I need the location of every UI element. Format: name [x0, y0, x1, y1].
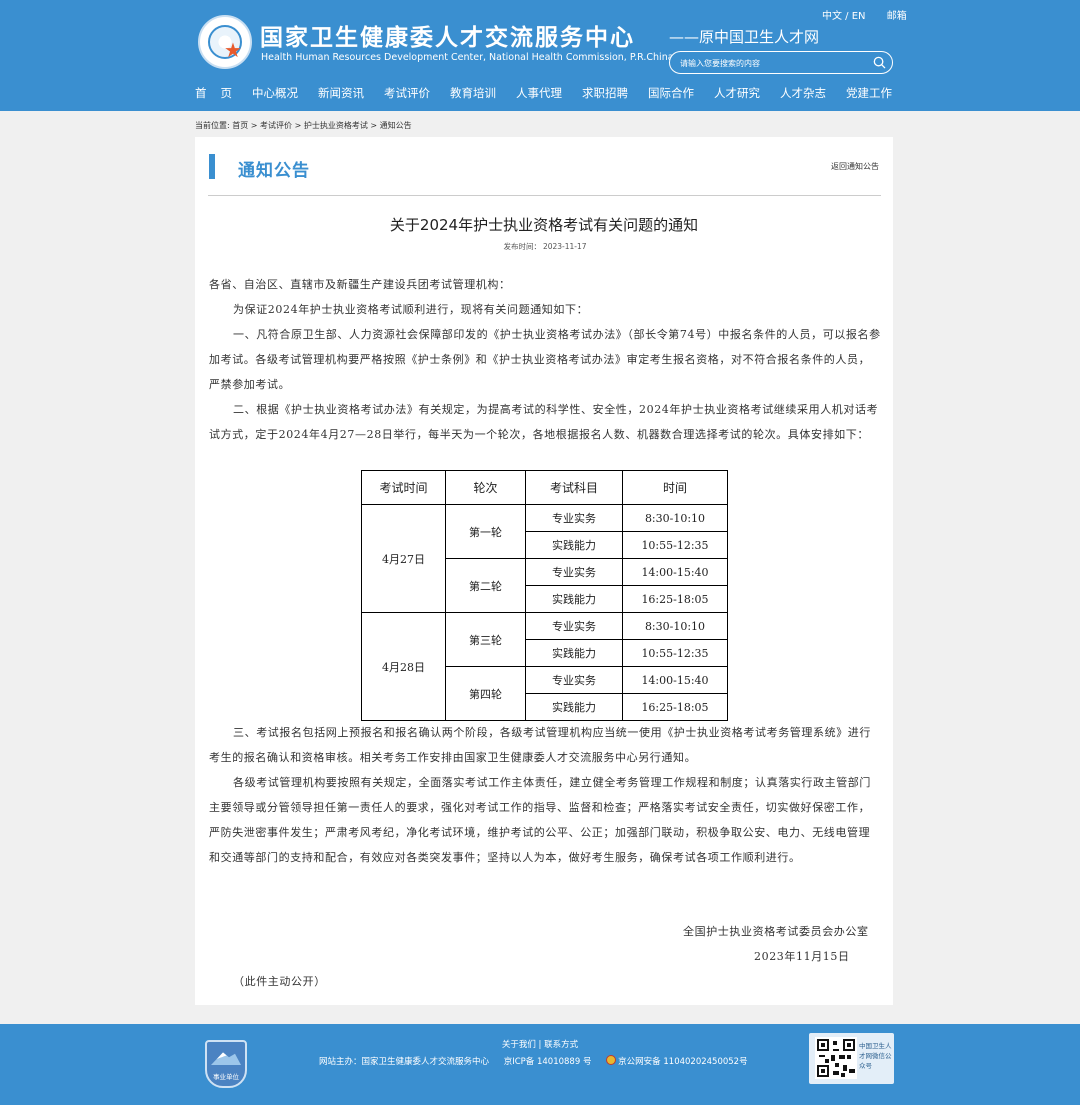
- article-disclosure-note: （此件主动公开）: [233, 975, 326, 988]
- logo-emblem: ★: [208, 25, 242, 62]
- publish-date-label: 发布时间：: [503, 242, 541, 251]
- article-body-bottom: 三、考试报名包括网上预报名和报名确认两个阶段，各级考试管理机构应当统一使用《护士…: [209, 720, 881, 870]
- footer-links[interactable]: 关于我们 | 联系方式: [0, 1038, 1080, 1050]
- exam-schedule-table: 考试时间 轮次 考试科目 时间 4月27日 第一轮 专业实务 8:30-10:1…: [361, 470, 728, 721]
- round-cell: 第二轮: [445, 558, 526, 613]
- breadcrumb-sep: >: [292, 121, 304, 130]
- footer-info: 网站主办：国家卫生健康委人才交流服务中心 京ICP备 14010889 号 京公…: [319, 1055, 772, 1067]
- article-body-top: 各省、自治区、直辖市及新疆生产建设兵团考试管理机构： 为保证2024年护士执业资…: [209, 272, 881, 447]
- table-row: 4月27日 第一轮 专业实务 8:30-10:10: [361, 504, 728, 613]
- subject-cell: 实践能力: [525, 585, 623, 613]
- mail-link[interactable]: 邮箱: [887, 11, 907, 22]
- breadcrumb-notices[interactable]: 通知公告: [380, 121, 412, 130]
- top-links: 中文 / EN 邮箱: [822, 7, 911, 22]
- article-title: 关于2024年护士执业资格考试有关问题的通知: [389, 216, 699, 234]
- time-cell: 10:55-12:35: [622, 639, 728, 667]
- article-paragraph: 二、根据《护士执业资格考试办法》有关规定，为提高考试的科学性、安全性，2024年…: [209, 403, 879, 441]
- article-paragraph: 为保证2024年护士执业资格考试顺利进行，现将有关问题通知如下：: [233, 303, 589, 316]
- table-header-cell: 考试科目: [525, 470, 623, 505]
- subject-cell: 实践能力: [525, 531, 623, 559]
- exam-date-cell: 4月28日: [361, 612, 446, 721]
- footer-host: 网站主办：国家卫生健康委人才交流服务中心: [319, 1057, 490, 1067]
- publish-date: 发布时间： 2023-11-17: [195, 241, 893, 252]
- content-panel: 通知公告 返回通知公告 关于2024年护士执业资格考试有关问题的通知 发布时间：…: [195, 137, 893, 1005]
- table-row: 4月28日 第三轮 专业实务 8:30-10:10: [361, 612, 728, 721]
- breadcrumb: 当前位置: 首页 > 考试评价 > 护士执业资格考试 > 通知公告: [195, 120, 412, 131]
- time-cell: 14:00-15:40: [622, 558, 728, 586]
- breadcrumb-nurse-exam[interactable]: 护士执业资格考试: [304, 121, 368, 130]
- breadcrumb-home[interactable]: 首页: [232, 121, 248, 130]
- time-cell: 8:30-10:10: [622, 612, 728, 640]
- site-title[interactable]: 国家卫生健康委人才交流服务中心: [260, 18, 635, 52]
- round-cell: 第一轮: [445, 504, 526, 559]
- nav-item-about[interactable]: 中心概况: [252, 85, 298, 103]
- nav-item-home[interactable]: 首页: [195, 85, 246, 103]
- footer-icp[interactable]: 京ICP备 14010889 号: [504, 1057, 592, 1067]
- article-sign-date: 2023年11月15日: [754, 950, 850, 963]
- time-cell: 16:25-18:05: [622, 585, 728, 613]
- site-logo[interactable]: ★: [198, 15, 252, 69]
- footer-police[interactable]: 京公网安备 11040202450052号: [606, 1055, 759, 1067]
- breadcrumb-label: 当前位置:: [195, 121, 230, 130]
- time-cell: 10:55-12:35: [622, 531, 728, 559]
- nav-item-training[interactable]: 教育培训: [450, 85, 496, 103]
- site-title-en: Health Human Resources Development Cente…: [261, 52, 674, 63]
- table-header-cell: 考试时间: [361, 470, 446, 505]
- nav-item-international[interactable]: 国际合作: [648, 85, 694, 103]
- star-icon: ★: [224, 38, 242, 62]
- exam-date-cell: 4月27日: [361, 504, 446, 613]
- nav-item-news[interactable]: 新闻资讯: [318, 85, 364, 103]
- site-footer: 事业单位 关于我们 | 联系方式 网站主办：国家卫生健康委人才交流服务中心 京I…: [0, 1024, 1080, 1105]
- publish-date-value: 2023-11-17: [542, 242, 587, 251]
- language-switch[interactable]: 中文 / EN: [822, 11, 866, 22]
- site-header: ★ 国家卫生健康委人才交流服务中心 Health Human Resources…: [0, 0, 1080, 111]
- nav-item-jobs[interactable]: 求职招聘: [582, 85, 628, 103]
- table-header-row: 考试时间 轮次 考试科目 时间: [361, 470, 728, 505]
- nav-item-research[interactable]: 人才研究: [714, 85, 760, 103]
- article-paragraph: 各级考试管理机构要按照有关规定，全面落实考试工作主体责任，建立健全考务管理工作规…: [209, 776, 871, 864]
- section-divider: [208, 195, 881, 196]
- site-slogan: ——原中国卫生人才网: [669, 28, 820, 46]
- search-input[interactable]: [680, 56, 860, 70]
- police-badge-icon: [606, 1055, 617, 1065]
- round-cell: 第三轮: [445, 612, 526, 667]
- section-accent-bar: [209, 154, 215, 179]
- qr-caption: 中国卫生人才网微信公众号: [859, 1042, 892, 1070]
- nav-item-exams[interactable]: 考试评价: [384, 85, 430, 103]
- round-cell: 第四轮: [445, 666, 526, 721]
- nav-item-personnel[interactable]: 人事代理: [516, 85, 562, 103]
- article-paragraph: 一、凡符合原卫生部、人力资源社会保障部印发的《护士执业资格考试办法》（部长令第7…: [209, 328, 881, 391]
- time-cell: 8:30-10:10: [622, 504, 728, 532]
- mountain-icon: [211, 1052, 241, 1065]
- main-nav: 首页 中心概况 新闻资讯 考试评价 教育培训 人事代理 求职招聘 国际合作 人才…: [195, 85, 912, 103]
- subject-cell: 专业实务: [525, 504, 623, 532]
- breadcrumb-sep: >: [367, 121, 380, 130]
- wechat-qr-box: 中国卫生人才网微信公众号: [809, 1033, 894, 1084]
- article-salutation: 各省、自治区、直辖市及新疆生产建设兵团考试管理机构：: [209, 278, 511, 291]
- breadcrumb-sep: >: [248, 121, 261, 130]
- section-title: 通知公告: [238, 161, 310, 181]
- article-signer: 全国护士执业资格考试委员会办公室: [683, 925, 869, 938]
- back-to-notices-link[interactable]: 返回通知公告: [831, 161, 879, 172]
- breadcrumb-exams[interactable]: 考试评价: [260, 121, 292, 130]
- qr-code-icon: [815, 1037, 857, 1079]
- nav-item-magazine[interactable]: 人才杂志: [780, 85, 826, 103]
- subject-cell: 实践能力: [525, 693, 623, 721]
- emblem-label: 事业单位: [213, 1073, 239, 1081]
- article-paragraph: 三、考试报名包括网上预报名和报名确认两个阶段，各级考试管理机构应当统一使用《护士…: [209, 726, 871, 764]
- nav-item-party[interactable]: 党建工作: [846, 85, 892, 103]
- table-header-cell: 轮次: [445, 470, 526, 505]
- search-box: [669, 51, 893, 74]
- footer-police-text: 京公网安备 11040202450052号: [618, 1057, 748, 1067]
- subject-cell: 专业实务: [525, 666, 623, 694]
- time-cell: 14:00-15:40: [622, 666, 728, 694]
- search-icon[interactable]: [872, 55, 887, 70]
- subject-cell: 专业实务: [525, 558, 623, 586]
- time-cell: 16:25-18:05: [622, 693, 728, 721]
- subject-cell: 专业实务: [525, 612, 623, 640]
- table-header-cell: 时间: [622, 470, 728, 505]
- subject-cell: 实践能力: [525, 639, 623, 667]
